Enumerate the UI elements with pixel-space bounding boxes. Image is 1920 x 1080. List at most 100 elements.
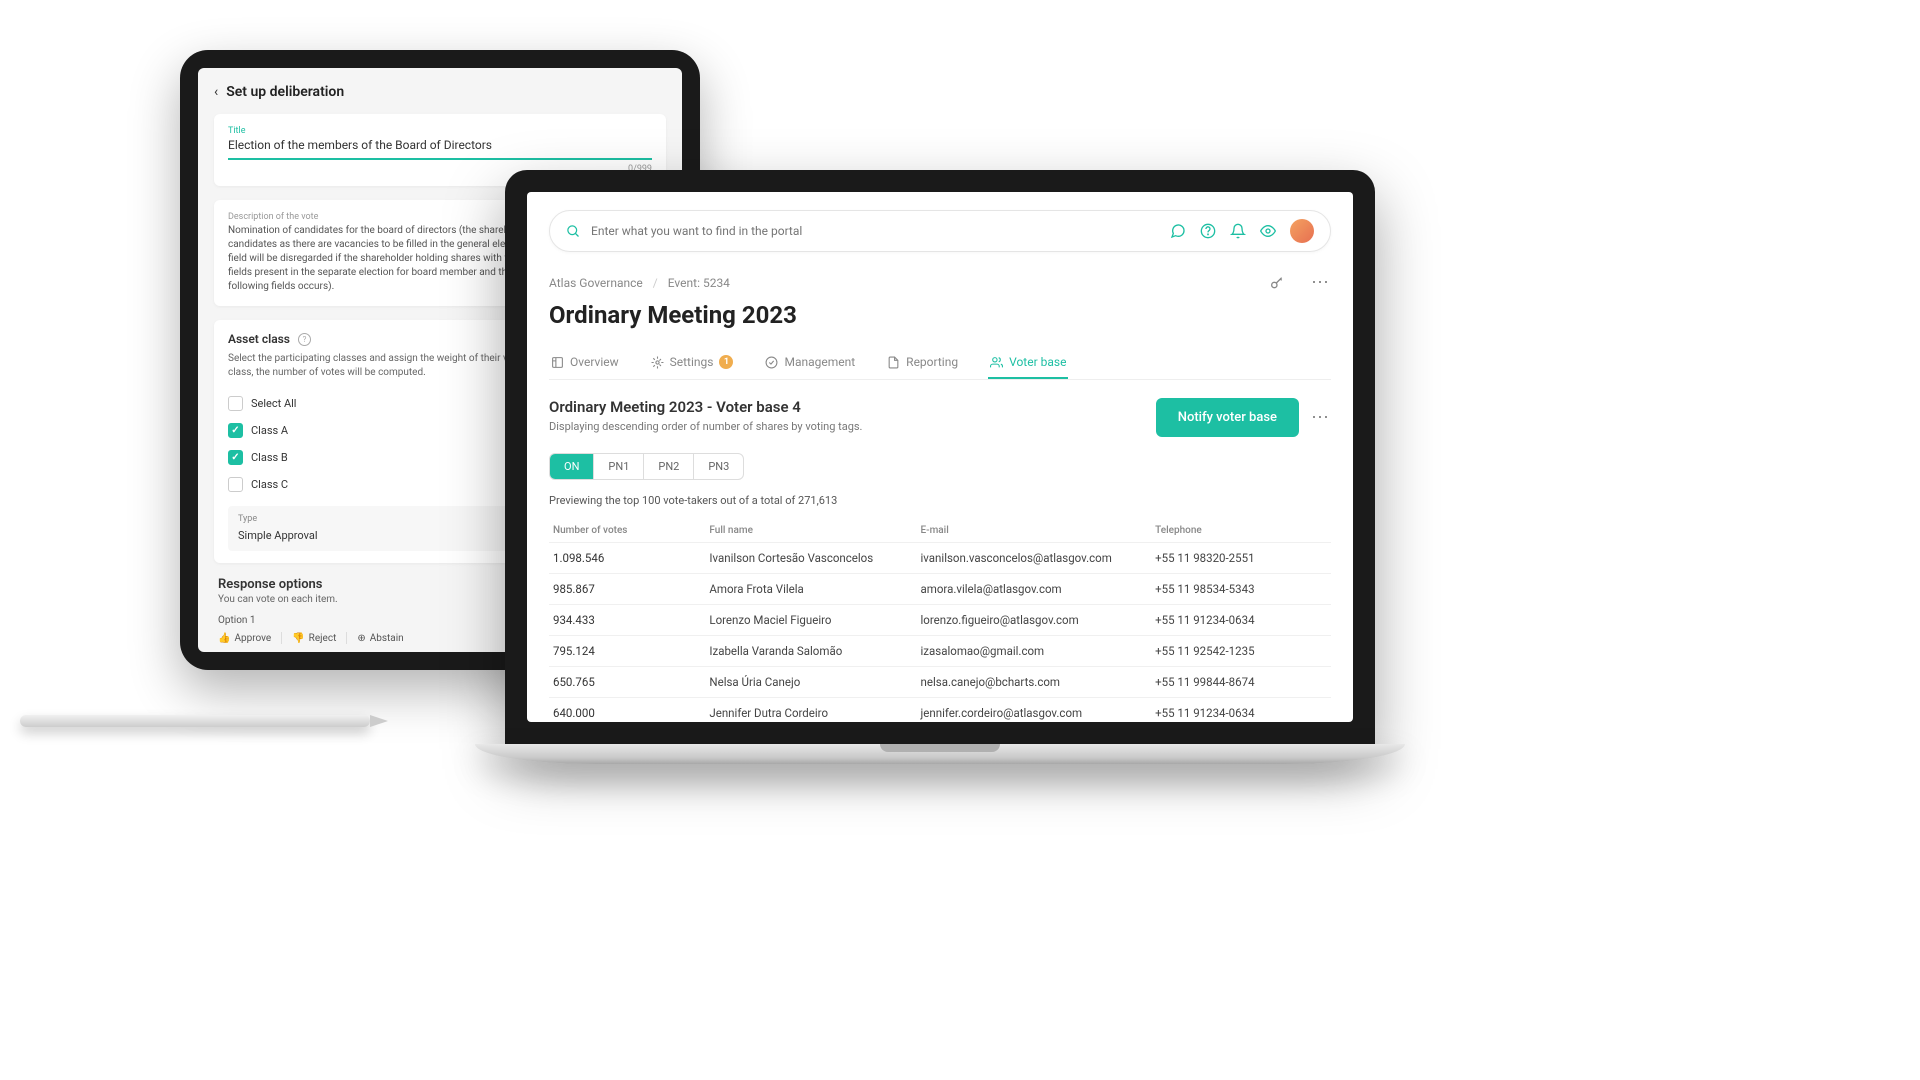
asset-class-title: Asset class bbox=[228, 332, 290, 346]
type-value: Simple Approval bbox=[238, 529, 318, 542]
table-row[interactable]: 795.124 Izabella Varanda Salomão izasalo… bbox=[549, 636, 1331, 667]
type-label: Type bbox=[238, 514, 318, 524]
reject-button[interactable]: 👎Reject bbox=[292, 632, 336, 644]
bell-icon[interactable] bbox=[1230, 223, 1246, 239]
cell-phone: +55 11 91234-0634 bbox=[1151, 698, 1331, 723]
cell-email: izasalomao@gmail.com bbox=[917, 636, 1152, 667]
class-a-label: Class A bbox=[251, 424, 288, 437]
cell-votes: 650.765 bbox=[549, 667, 705, 698]
cell-name: Nelsa Úria Canejo bbox=[705, 667, 916, 698]
cell-votes: 795.124 bbox=[549, 636, 705, 667]
crumb-event[interactable]: Event: 5234 bbox=[668, 276, 730, 290]
tab-voter-base[interactable]: Voter base bbox=[988, 347, 1068, 379]
tab-settings[interactable]: Settings 1 bbox=[649, 347, 736, 379]
chat-icon[interactable] bbox=[1170, 223, 1186, 239]
title-field-label: Title bbox=[228, 126, 652, 136]
checkbox-class-a[interactable] bbox=[228, 423, 243, 438]
laptop-screen: Atlas Governance / Event: 5234 ⋯ Ordinar… bbox=[527, 192, 1353, 722]
abstain-button[interactable]: ⊕Abstain bbox=[357, 632, 403, 644]
class-b-label: Class B bbox=[251, 451, 288, 464]
tab-reporting[interactable]: Reporting bbox=[885, 347, 960, 379]
laptop-device: Atlas Governance / Event: 5234 ⋯ Ordinar… bbox=[505, 170, 1375, 764]
top-icons bbox=[1170, 219, 1314, 243]
cell-phone: +55 11 91234-0634 bbox=[1151, 605, 1331, 636]
cell-name: Izabella Varanda Salomão bbox=[705, 636, 916, 667]
tabs: Overview Settings 1 Management Reporting bbox=[549, 347, 1331, 380]
approve-button[interactable]: 👍Approve bbox=[218, 632, 271, 644]
cell-email: nelsa.canejo@bcharts.com bbox=[917, 667, 1152, 698]
cell-name: Ivanilson Cortesão Vasconcelos bbox=[705, 543, 916, 574]
users-icon bbox=[990, 356, 1003, 369]
back-icon[interactable]: ‹ bbox=[214, 84, 218, 100]
info-icon[interactable]: ? bbox=[298, 333, 311, 346]
cell-phone: +55 11 92542-1235 bbox=[1151, 636, 1331, 667]
preview-note: Previewing the top 100 vote-takers out o… bbox=[549, 494, 1331, 507]
thumbs-up-icon: 👍 bbox=[218, 633, 230, 644]
cell-name: Jennifer Dutra Cordeiro bbox=[705, 698, 916, 723]
checkbox-select-all[interactable] bbox=[228, 396, 243, 411]
laptop-base bbox=[475, 744, 1405, 764]
gear-icon bbox=[651, 356, 664, 369]
checkbox-class-c[interactable] bbox=[228, 477, 243, 492]
sub-title: Ordinary Meeting 2023 - Voter base 4 bbox=[549, 398, 862, 416]
crumb-sep: / bbox=[653, 276, 658, 290]
stylus bbox=[20, 715, 370, 727]
report-icon bbox=[887, 356, 900, 369]
notify-button[interactable]: Notify voter base bbox=[1156, 398, 1299, 437]
eye-icon[interactable] bbox=[1260, 223, 1276, 239]
breadcrumb: Atlas Governance / Event: 5234 ⋯ bbox=[549, 272, 1331, 293]
more-options-icon[interactable]: ⋯ bbox=[1311, 407, 1331, 428]
page-title: Ordinary Meeting 2023 bbox=[549, 301, 1331, 329]
search-input[interactable] bbox=[591, 224, 1160, 238]
settings-badge: 1 bbox=[719, 355, 733, 369]
cell-email: ivanilson.vasconcelos@atlasgov.com bbox=[917, 543, 1152, 574]
help-icon[interactable] bbox=[1200, 223, 1216, 239]
cell-name: Amora Frota Vilela bbox=[705, 574, 916, 605]
cell-email: lorenzo.figueiro@atlasgov.com bbox=[917, 605, 1152, 636]
table-row[interactable]: 985.867 Amora Frota Vilela amora.vilela@… bbox=[549, 574, 1331, 605]
cell-votes: 640.000 bbox=[549, 698, 705, 723]
col-votes: Number of votes bbox=[549, 519, 705, 543]
tab-management[interactable]: Management bbox=[763, 347, 857, 379]
table-row[interactable]: 1.098.546 Ivanilson Cortesão Vasconcelos… bbox=[549, 543, 1331, 574]
key-icon[interactable] bbox=[1269, 275, 1285, 291]
col-name: Full name bbox=[705, 519, 916, 543]
circle-plus-icon: ⊕ bbox=[357, 633, 365, 644]
table-row[interactable]: 650.765 Nelsa Úria Canejo nelsa.canejo@b… bbox=[549, 667, 1331, 698]
check-icon bbox=[765, 356, 778, 369]
divider bbox=[346, 632, 347, 644]
pill-pn3[interactable]: PN3 bbox=[694, 454, 743, 479]
cell-email: amora.vilela@atlasgov.com bbox=[917, 574, 1152, 605]
laptop-lid: Atlas Governance / Event: 5234 ⋯ Ordinar… bbox=[505, 170, 1375, 744]
pill-pn1[interactable]: PN1 bbox=[594, 454, 644, 479]
cell-phone: +55 11 99844-8674 bbox=[1151, 667, 1331, 698]
overview-icon bbox=[551, 356, 564, 369]
voter-table: Number of votes Full name E-mail Telepho… bbox=[549, 519, 1331, 722]
pill-pn2[interactable]: PN2 bbox=[644, 454, 694, 479]
filter-pills: ON PN1 PN2 PN3 bbox=[549, 453, 744, 480]
table-row[interactable]: 934.433 Lorenzo Maciel Figueiro lorenzo.… bbox=[549, 605, 1331, 636]
tablet-page-title: Set up deliberation bbox=[226, 84, 344, 100]
table-row[interactable]: 640.000 Jennifer Dutra Cordeiro jennifer… bbox=[549, 698, 1331, 723]
more-icon[interactable]: ⋯ bbox=[1311, 272, 1331, 293]
avatar[interactable] bbox=[1290, 219, 1314, 243]
cell-votes: 985.867 bbox=[549, 574, 705, 605]
select-all-label: Select All bbox=[251, 397, 296, 410]
pill-on[interactable]: ON bbox=[550, 454, 594, 479]
cell-votes: 934.433 bbox=[549, 605, 705, 636]
title-input[interactable]: Election of the members of the Board of … bbox=[228, 138, 652, 160]
class-c-label: Class C bbox=[251, 478, 288, 491]
divider bbox=[281, 632, 282, 644]
cell-votes: 1.098.546 bbox=[549, 543, 705, 574]
col-email: E-mail bbox=[917, 519, 1152, 543]
search-icon bbox=[566, 224, 581, 239]
col-phone: Telephone bbox=[1151, 519, 1331, 543]
checkbox-class-b[interactable] bbox=[228, 450, 243, 465]
cell-name: Lorenzo Maciel Figueiro bbox=[705, 605, 916, 636]
cell-email: jennifer.cordeiro@atlasgov.com bbox=[917, 698, 1152, 723]
search-bar[interactable] bbox=[549, 210, 1331, 252]
cell-phone: +55 11 98320-2551 bbox=[1151, 543, 1331, 574]
crumb-root[interactable]: Atlas Governance bbox=[549, 276, 643, 290]
sub-desc: Displaying descending order of number of… bbox=[549, 420, 862, 433]
tab-overview[interactable]: Overview bbox=[549, 347, 621, 379]
